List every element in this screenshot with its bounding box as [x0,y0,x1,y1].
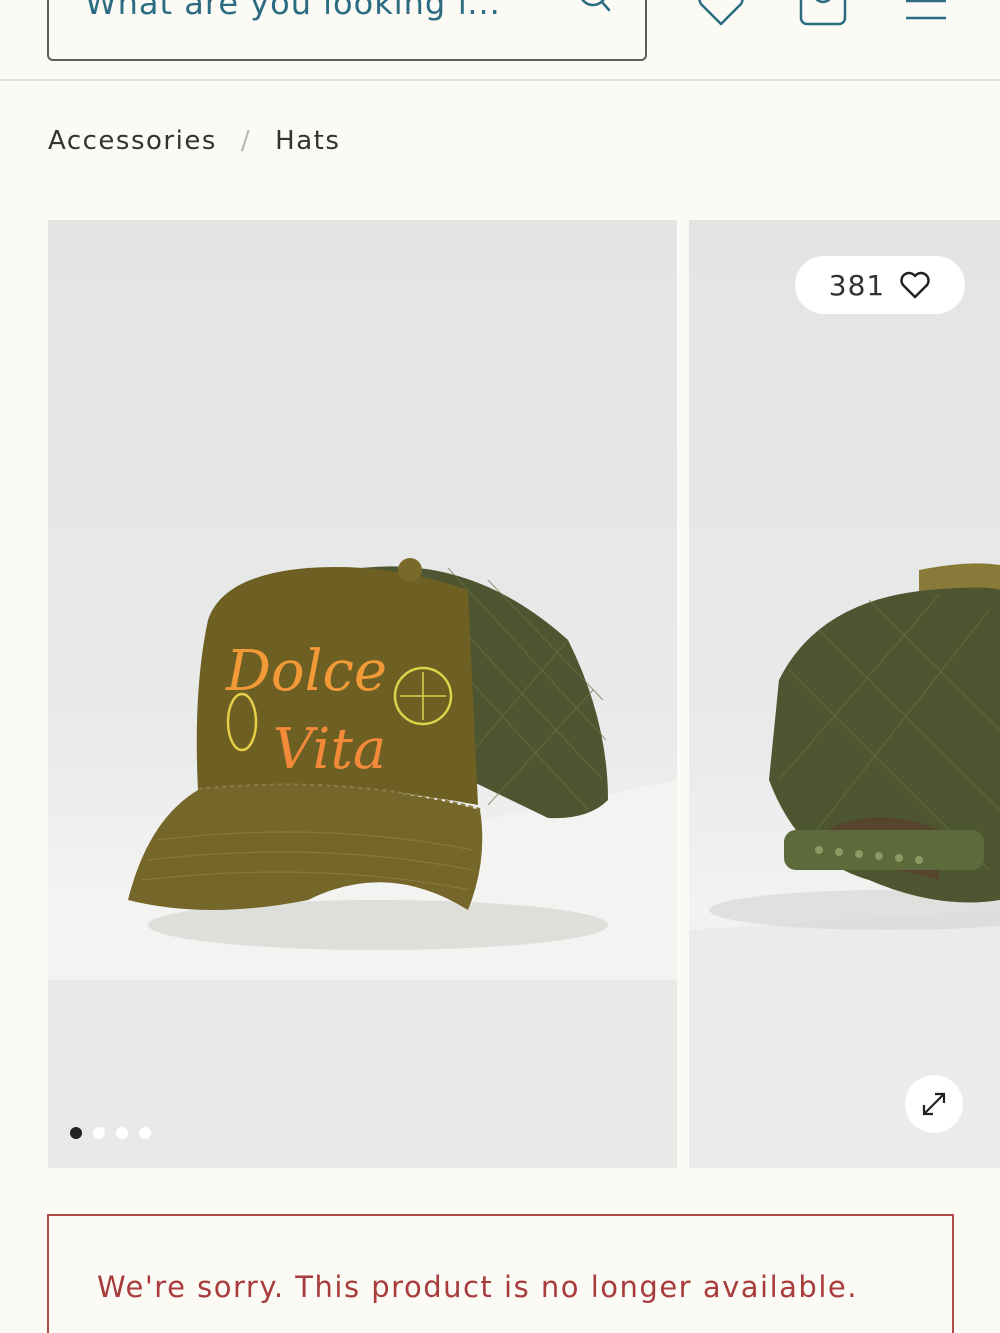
carousel-dot[interactable] [116,1127,128,1139]
breadcrumb-separator: / [240,126,252,156]
bag-icon[interactable] [797,0,849,28]
likes-button[interactable]: 381 [795,256,965,314]
menu-icon[interactable] [900,0,952,28]
likes-count: 381 [828,268,886,302]
carousel-dot[interactable] [139,1127,151,1139]
carousel-dot[interactable] [70,1127,82,1139]
hat-print-line2: Vita [273,717,386,782]
heart-icon [900,271,930,299]
product-image-front[interactable]: Dolce Vita [48,220,677,1168]
search-input[interactable]: What are you looking f... [47,0,647,61]
hat-print-line1: Dolce [225,639,387,704]
trucker-hat-front-image: Dolce Vita [48,558,677,1168]
expand-icon [922,1092,946,1116]
trucker-hat-back-image [689,563,1000,1168]
breadcrumb-item-hats[interactable]: Hats [275,126,340,156]
expand-image-button[interactable] [905,1075,963,1133]
search-icon[interactable] [571,0,611,22]
breadcrumb-item-accessories[interactable]: Accessories [48,126,217,156]
unavailable-notice: We're sorry. This product is no longer a… [47,1214,954,1333]
site-header: What are you looking f... [0,0,1000,81]
product-image-back[interactable] [689,220,1000,1168]
heart-icon[interactable] [695,0,747,28]
unavailable-message: We're sorry. This product is no longer a… [97,1270,858,1304]
search-placeholder: What are you looking f... [85,0,501,22]
carousel-dot[interactable] [93,1127,105,1139]
carousel-dots [70,1127,151,1139]
breadcrumb: Accessories / Hats [48,126,340,156]
